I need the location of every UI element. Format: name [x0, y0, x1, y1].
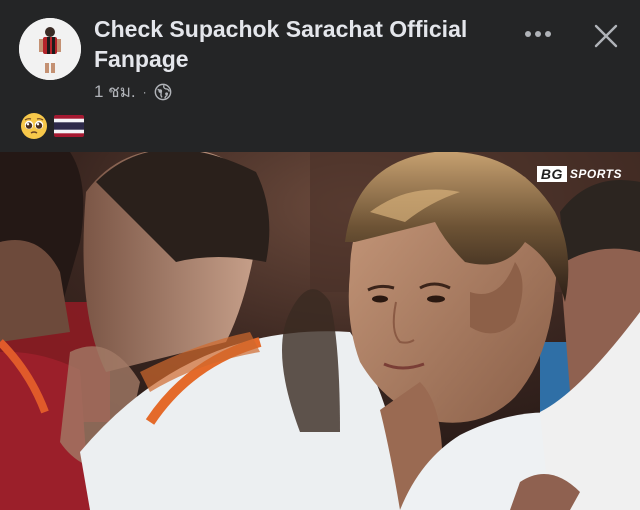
close-icon — [594, 24, 618, 48]
close-button[interactable] — [586, 16, 626, 56]
page-name[interactable]: Check Supachok Sarachat Official Fanpage — [94, 14, 514, 74]
player-photo — [0, 152, 640, 510]
globe-icon — [154, 83, 172, 100]
watermark-logo: BG — [536, 166, 567, 182]
more-horizontal-icon — [525, 31, 551, 37]
post-header: Check Supachok Sarachat Official Fanpage… — [0, 0, 640, 152]
page-avatar[interactable] — [19, 18, 81, 80]
meta-separator: · — [142, 84, 147, 99]
post-timestamp[interactable]: 1 ชม. — [94, 78, 136, 105]
avatar-player-figure — [19, 18, 81, 80]
pleading-face-emoji — [21, 113, 47, 139]
thailand-flag-emoji — [54, 115, 84, 137]
watermark-text: SPORTS — [569, 167, 622, 181]
post-caption — [20, 112, 84, 140]
more-options-button[interactable] — [520, 18, 556, 50]
post-meta: 1 ชม. · — [94, 78, 172, 105]
post-photo[interactable]: BG SPORTS — [0, 152, 640, 510]
broadcaster-watermark: BG SPORTS — [536, 166, 622, 182]
